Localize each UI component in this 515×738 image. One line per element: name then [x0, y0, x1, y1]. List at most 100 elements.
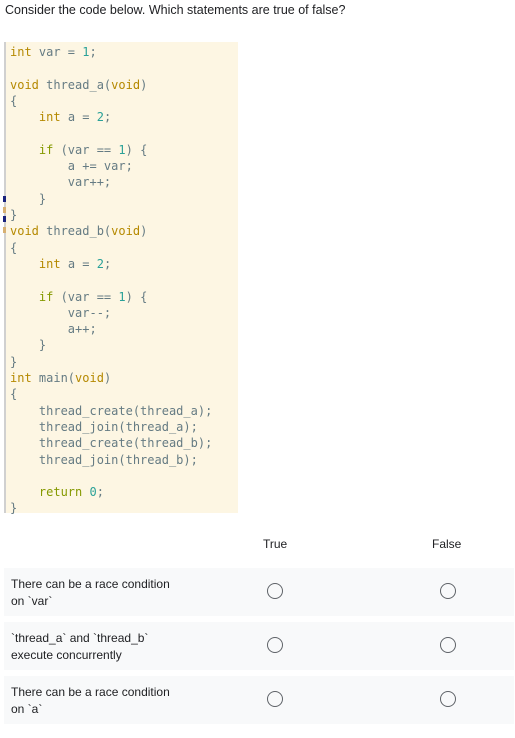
code-line: thread_join(thread_b);: [10, 452, 198, 468]
code-token: thread_create(thread_a);: [10, 403, 213, 418]
code-line: {: [10, 240, 17, 256]
code-token: 2: [96, 110, 104, 125]
code-token: var =: [31, 45, 83, 59]
code-line: {: [10, 386, 17, 402]
code-line: }: [10, 354, 17, 370]
code-token: var--;: [10, 305, 112, 320]
code-token: (var ==: [53, 289, 119, 304]
code-line: if (var == 1) {: [10, 142, 147, 158]
code-token: thread_b(: [38, 224, 112, 239]
code-token: }: [10, 191, 47, 206]
code-token: {: [10, 387, 18, 402]
code-token: ) {: [125, 289, 148, 304]
code-token: thread_join(thread_a);: [10, 419, 198, 434]
code-line: var--;: [10, 305, 111, 321]
code-token: var++;: [10, 175, 112, 190]
code-token: int: [38, 256, 61, 271]
code-token: 1: [82, 45, 90, 59]
radio-true[interactable]: [267, 583, 283, 599]
gutter-marker: [3, 216, 6, 222]
question-title: Consider the code below. Which statement…: [5, 3, 346, 17]
code-line: if (var == 1) {: [10, 289, 147, 305]
code-token: return: [38, 485, 83, 500]
code-token: ;: [89, 45, 97, 59]
code-token: thread_join(thread_b);: [10, 452, 198, 467]
code-line: a++;: [10, 321, 97, 337]
code-line: }: [10, 337, 46, 353]
grid-row: There can be a race condition on `var`: [4, 568, 514, 616]
code-line: return 0;: [10, 484, 104, 500]
code-token: int: [10, 371, 32, 385]
code-line: thread_create(thread_b);: [10, 435, 212, 451]
code-token: 2: [96, 256, 104, 271]
code-token: (var ==: [53, 142, 119, 157]
gutter-marker: [3, 196, 6, 202]
code-line: }: [10, 500, 17, 516]
code-token: ;: [96, 485, 104, 500]
code-token: ): [103, 371, 112, 385]
code-token: ;: [103, 110, 112, 125]
code-line: int a = 2;: [10, 256, 111, 272]
gutter-marker: [3, 227, 6, 233]
code-line: }: [10, 207, 17, 223]
radio-false[interactable]: [440, 691, 456, 707]
code-line: a += var;: [10, 158, 133, 174]
code-line: thread_join(thread_a);: [10, 419, 198, 435]
row-label: There can be a race condition on `a`: [11, 685, 170, 716]
code-line: int var = 1;: [10, 44, 97, 60]
row-label: There can be a race condition on `var`: [11, 577, 170, 608]
column-header-true: True: [263, 537, 288, 551]
grid-row: There can be a race condition on `a`: [4, 676, 514, 724]
code-token: ;: [103, 256, 112, 271]
code-line: void thread_b(void): [10, 223, 147, 239]
gutter-marker: [3, 207, 6, 213]
code-token: 1: [118, 142, 126, 157]
code-token: main(: [31, 371, 76, 385]
code-token: a =: [60, 110, 97, 125]
radio-false[interactable]: [440, 583, 456, 599]
radio-false[interactable]: [440, 637, 456, 653]
code-token: if: [38, 289, 54, 304]
code-token: void: [111, 224, 141, 239]
radio-true[interactable]: [267, 691, 283, 707]
code-line: int main(void): [10, 370, 111, 386]
code-token: a++;: [10, 322, 97, 337]
grid-row: `thread_a` and `thread_b` execute concur…: [4, 622, 514, 670]
code-line: {: [10, 93, 17, 109]
code-line: int a = 2;: [10, 109, 111, 125]
code-token: if: [38, 142, 54, 157]
column-header-false: False: [432, 537, 462, 551]
code-token: thread_create(thread_b);: [10, 436, 213, 451]
code-token: int: [10, 45, 32, 59]
code-token: 1: [118, 289, 126, 304]
code-token: void: [10, 77, 39, 92]
code-line: thread_create(thread_a);: [10, 403, 212, 419]
code-token: ) {: [125, 142, 148, 157]
code-token: void: [10, 224, 39, 239]
code-line: }: [10, 191, 46, 207]
code-token: void: [111, 77, 141, 92]
code-token: }: [10, 501, 18, 516]
code-token: ): [140, 224, 148, 239]
code-token: a += var;: [10, 159, 133, 174]
code-token: }: [10, 354, 18, 369]
code-token: }: [10, 338, 47, 353]
code-block: int var = 1; void thread_a(void){ int a =…: [3, 42, 238, 516]
code-line: var++;: [10, 174, 111, 190]
code-token: 0: [89, 485, 97, 500]
code-token: thread_a(: [38, 77, 112, 92]
radio-true[interactable]: [267, 637, 283, 653]
row-label: `thread_a` and `thread_b` execute concur…: [11, 631, 149, 662]
code-token: {: [10, 93, 18, 108]
code-token: ): [140, 77, 148, 92]
code-token: void: [75, 371, 104, 385]
code-token: {: [10, 240, 18, 255]
code-token: a =: [60, 256, 97, 271]
code-line: void thread_a(void): [10, 77, 147, 93]
